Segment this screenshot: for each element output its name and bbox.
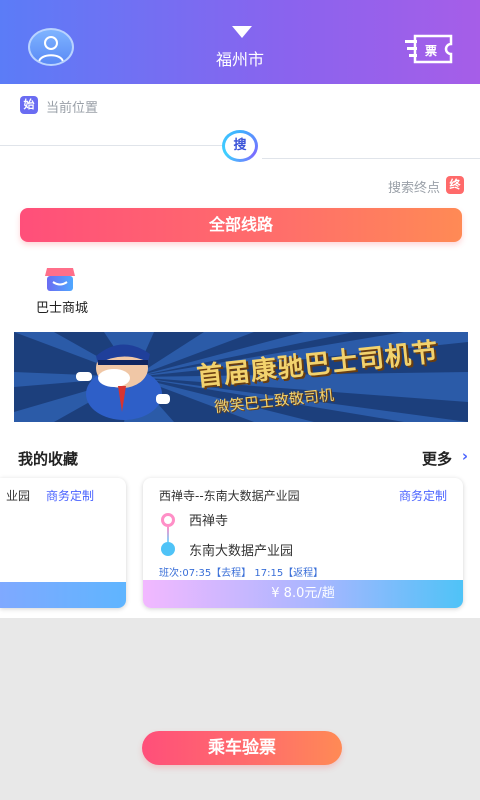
route-line [167, 527, 169, 542]
chevron-right-icon[interactable]: › [462, 447, 468, 465]
favorites-title: 我的收藏 [18, 450, 79, 468]
ticket-label: 票 [425, 44, 438, 58]
divider [262, 158, 480, 159]
start-badge: 始 [20, 96, 38, 114]
favorite-route-name: 业园 [6, 489, 31, 503]
promo-banner[interactable]: 首届康驰巴士司机节 微笑巴士致敬司机 [14, 332, 468, 422]
end-badge: 终 [446, 176, 464, 194]
shortcut-bus-mall[interactable]: 巴士商城 [30, 262, 94, 318]
start-point-field[interactable]: 始 当前位置 [0, 96, 480, 120]
start-stop-name: 西禅寺 [189, 514, 229, 529]
favorite-route-tag: 商务定制 [398, 489, 447, 503]
favorite-route-tag: 商务定制 [46, 489, 95, 503]
route-price: ¥ 8.0元/趟 [143, 580, 463, 608]
bottom-panel [0, 618, 480, 800]
shortcut-label: 巴士商城 [35, 301, 88, 316]
search-button[interactable]: 搜 [222, 130, 258, 162]
search-button-label: 搜 [225, 133, 255, 159]
route-schedule: 班次:07:35【去程】 17:15【返程】 [159, 568, 324, 579]
start-point-placeholder: 当前位置 [46, 101, 99, 116]
favorite-route-card[interactable]: 西禅寺--东南大数据产业园 商务定制 西禅寺 东南大数据产业园 班次:07:35… [143, 478, 463, 608]
end-stop-dot-icon [161, 542, 175, 556]
city-selector[interactable]: 福州市 [190, 46, 290, 70]
end-point-placeholder: 搜索终点 [387, 181, 440, 196]
shop-icon [45, 268, 75, 291]
end-stop-name: 东南大数据产业园 [189, 544, 294, 559]
start-stop-dot-icon [161, 513, 175, 527]
favorite-route-name: 西禅寺--东南大数据产业园 [159, 489, 300, 503]
favorite-route-footer [0, 582, 126, 608]
favorites-more-link[interactable]: 更多 [422, 448, 452, 469]
ticket-button[interactable]: 票 [405, 34, 453, 64]
divider [0, 145, 222, 146]
favorite-route-card[interactable]: 业园 商务定制 [0, 478, 126, 608]
header-bar: 福州市 票 [0, 0, 480, 84]
city-dropdown-arrow-icon[interactable] [232, 26, 252, 38]
user-avatar-icon[interactable] [28, 28, 74, 66]
all-routes-button[interactable]: 全部线路 [20, 208, 462, 242]
ride-verify-button[interactable]: 乘车验票 [142, 731, 342, 765]
end-point-field[interactable]: 搜索终点 终 [344, 176, 464, 196]
